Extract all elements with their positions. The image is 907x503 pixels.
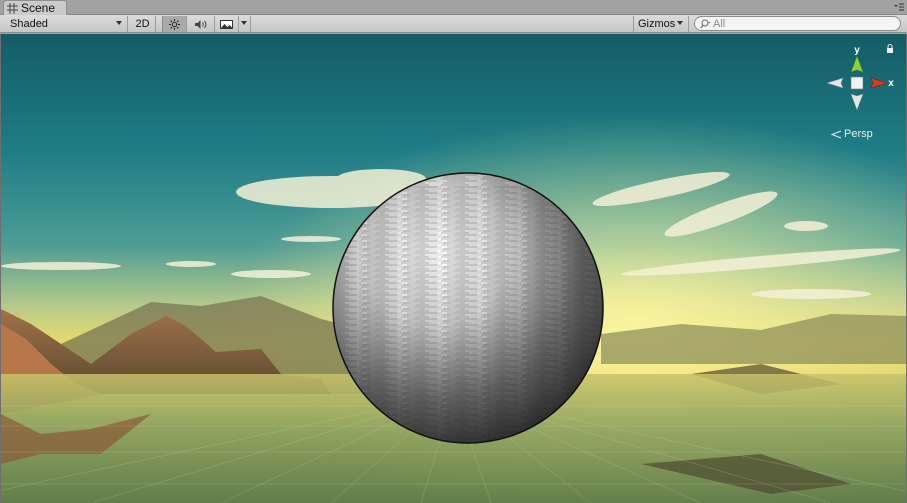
effects-dropdown[interactable] (239, 16, 251, 32)
image-icon (220, 19, 233, 29)
chevron-down-icon (677, 21, 683, 25)
audio-toggle-button[interactable] (187, 16, 215, 32)
scene-orientation-gizmo[interactable]: y x (823, 44, 895, 120)
grid-icon (7, 2, 18, 14)
search-icon (700, 19, 711, 28)
axis-neg-y-arrow[interactable] (850, 93, 864, 111)
search-placeholder: All (713, 17, 726, 30)
scene-viewport[interactable]: y x Persp (0, 34, 907, 503)
search-input[interactable]: All (694, 16, 901, 31)
gizmo-center-cube[interactable] (850, 76, 864, 90)
tab-strip: Scene (0, 0, 907, 15)
lighting-toggle-button[interactable] (162, 16, 187, 32)
gizmos-label: Gizmos (638, 18, 676, 30)
axis-neg-x-arrow[interactable] (826, 77, 844, 89)
speaker-icon (194, 19, 206, 29)
lock-icon[interactable] (886, 44, 894, 53)
2d-label: 2D (135, 18, 150, 30)
gizmos-dropdown[interactable]: Gizmos (633, 16, 689, 32)
chevron-down-icon (241, 21, 247, 25)
axis-y-label: y (854, 45, 860, 56)
scene-toolbar: Shaded 2D Gizmos All (0, 15, 907, 33)
shading-mode-label: Shaded (10, 18, 48, 30)
projection-label: Persp (844, 128, 873, 140)
tab-label: Scene (21, 1, 56, 15)
projection-toggle[interactable]: Persp (831, 128, 873, 140)
perspective-icon (831, 130, 842, 138)
chevron-down-icon (116, 21, 122, 25)
axis-y-arrow[interactable] (850, 55, 864, 73)
sun-icon (169, 18, 180, 30)
scene-render (1, 34, 906, 503)
tab-scene[interactable]: Scene (3, 0, 67, 15)
effects-toggle-button[interactable] (215, 16, 239, 32)
axis-x-label: x (888, 78, 894, 89)
shading-mode-dropdown[interactable]: Shaded (4, 16, 128, 32)
2d-toggle-button[interactable]: 2D (130, 16, 156, 32)
menu-icon[interactable] (892, 2, 904, 13)
axis-x-arrow[interactable] (870, 77, 888, 89)
